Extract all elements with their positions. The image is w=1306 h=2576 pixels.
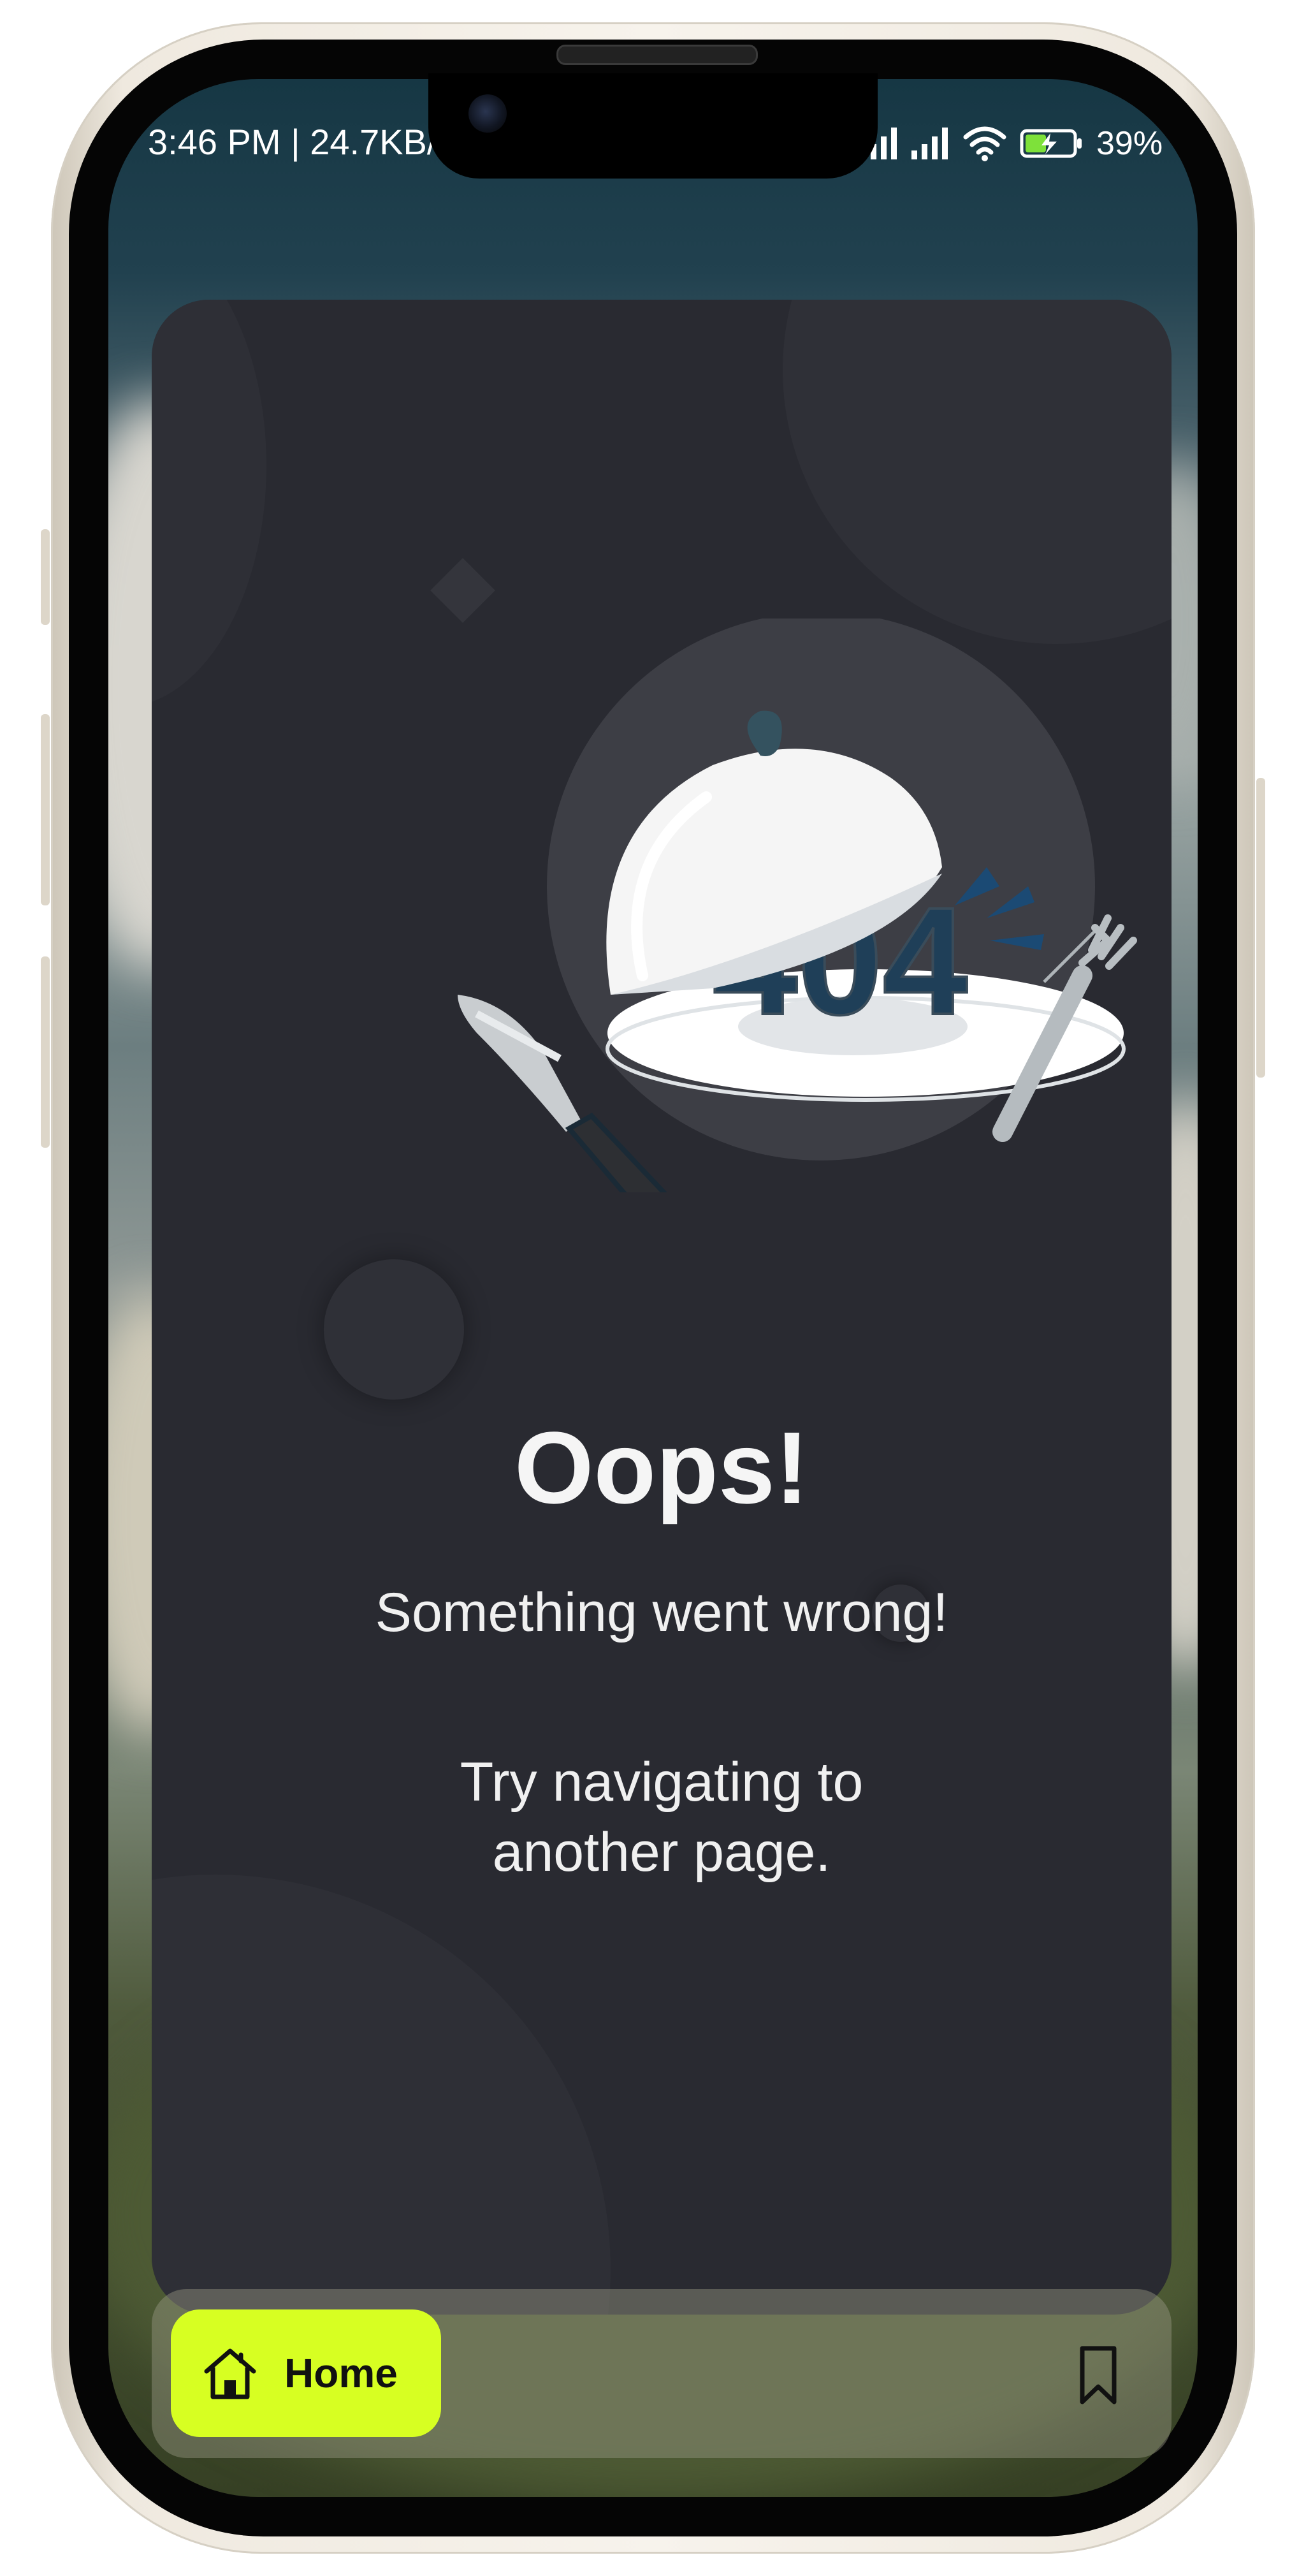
error-subtitle: Something went wrong! (375, 1582, 948, 1643)
speaker (556, 45, 758, 65)
side-button (41, 529, 50, 625)
error-hint: Try navigating to another page. (407, 1747, 917, 1887)
side-button (1256, 778, 1265, 1078)
home-label: Home (284, 2350, 398, 2396)
battery-percentage: 39% (1096, 125, 1163, 162)
bottom-navigation: Home (152, 2289, 1172, 2458)
wifi-icon (963, 126, 1006, 161)
decorative-circle (152, 300, 266, 708)
decorative-circle (783, 300, 1172, 644)
decorative-circle (324, 1259, 464, 1400)
cloche-404-illustration: 404 (458, 618, 1137, 1192)
decorative-diamond (430, 558, 495, 623)
front-camera (468, 94, 507, 133)
signal-icon (911, 128, 948, 159)
status-icons: 39% (860, 118, 1163, 169)
bookmark-icon[interactable] (1070, 2343, 1127, 2407)
hint-line: another page. (492, 1822, 831, 1883)
status-time-network: 3:46 PM | 24.7KB/ (148, 122, 437, 162)
error-title: Oops! (514, 1410, 809, 1525)
home-button[interactable]: Home (171, 2309, 441, 2437)
battery-charging-icon (1020, 129, 1082, 158)
side-button (41, 714, 50, 905)
error-card: 404 Oops! Something went wrong! Try navi… (152, 300, 1172, 2315)
home-icon (204, 2348, 256, 2399)
side-button (41, 956, 50, 1148)
decorative-circle (152, 1875, 611, 2315)
hint-line: Try navigating to (460, 1752, 864, 1813)
